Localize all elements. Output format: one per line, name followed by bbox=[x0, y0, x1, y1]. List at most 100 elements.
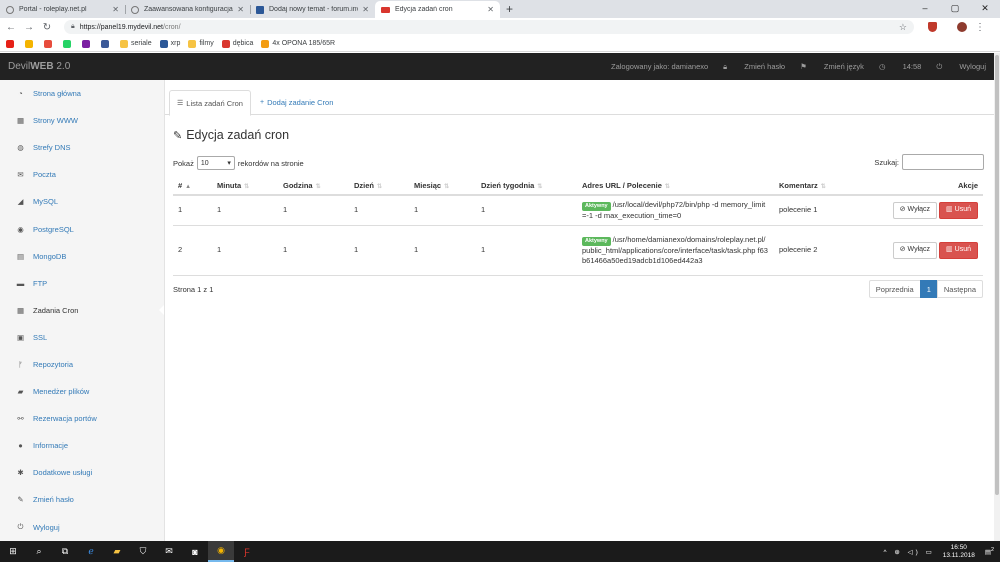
sidebar-item-strona-główna[interactable]: ◔ Strona główna bbox=[0, 80, 164, 107]
page-scrollbar[interactable] bbox=[994, 53, 1000, 541]
sidebar-item-ftp[interactable]: ▬ FTP bbox=[0, 270, 164, 297]
sidebar-item-ssl[interactable]: ▣ SSL bbox=[0, 324, 164, 351]
change-password-link[interactable]: 🔒︎ Zmień hasło bbox=[723, 62, 785, 72]
pagination-prev[interactable]: Poprzednia bbox=[868, 280, 921, 298]
sidebar-item-poczta[interactable]: ✉ Poczta bbox=[0, 161, 164, 188]
bookmark-icon bbox=[82, 39, 90, 48]
sidebar-item-repozytoria[interactable]: ᚠ Repozytoria bbox=[0, 351, 164, 378]
back-button[interactable]: ← bbox=[2, 22, 20, 33]
sidebar-item-informacje[interactable]: ● Informacje bbox=[0, 432, 164, 459]
bookmark-icon bbox=[63, 39, 71, 48]
bookmarks-bar: seriale xrp filmy dębica 4x OPONA 185/65R bbox=[0, 36, 1000, 52]
sidebar-item-dodatkowe-usługi[interactable]: ✱ Dodatkowe usługi bbox=[0, 459, 164, 486]
disable-button[interactable]: ⊘ Wyłącz bbox=[892, 201, 938, 219]
trash-icon: ▥ bbox=[946, 246, 953, 253]
sidebar-item-mongodb[interactable]: ▤ MongoDB bbox=[0, 243, 164, 270]
disable-button[interactable]: ⊘ Wyłącz bbox=[892, 241, 938, 259]
delete-button[interactable]: ▥ Usuń bbox=[939, 201, 978, 219]
close-icon[interactable]: ✕ bbox=[362, 5, 369, 14]
menu-icon[interactable]: ⋮ bbox=[975, 22, 985, 33]
sidebar-item-wyloguj[interactable]: ⏻ Wyloguj bbox=[0, 514, 164, 541]
bookmark-2[interactable] bbox=[44, 39, 55, 48]
bookmark-3[interactable] bbox=[63, 39, 74, 48]
reload-button[interactable]: ↻ bbox=[38, 22, 56, 33]
browser-tab-1[interactable]: Portal - roleplay.net.pl ✕ bbox=[0, 1, 125, 18]
edge-icon[interactable]: ℯ bbox=[78, 541, 104, 562]
page-length-select[interactable]: 10 ▾ bbox=[196, 156, 235, 170]
brand-logo[interactable]: DevilWEB 2.0 bbox=[8, 61, 70, 72]
url-input[interactable]: 🔒︎ https://panel19.mydevil.net/cron/ ☆ bbox=[64, 20, 914, 34]
sort-icon: ⇅ bbox=[537, 184, 543, 190]
shield-icon[interactable] bbox=[928, 22, 937, 32]
column-header[interactable]: Komentarz ⇅ bbox=[774, 177, 882, 196]
chrome-icon[interactable]: ◉ bbox=[208, 541, 234, 562]
search-icon[interactable]: ⌕ bbox=[26, 541, 52, 562]
column-header[interactable]: Dzień ⇅ bbox=[349, 177, 409, 196]
sidebar-item-mysql[interactable]: ◢ MySQL bbox=[0, 188, 164, 215]
explorer-icon[interactable]: ▰ bbox=[104, 541, 130, 562]
bookmark-0[interactable] bbox=[6, 39, 17, 48]
table-header-row: # ▲ Minuta ⇅ Godzina ⇅ Dzień ⇅ Miesiąc ⇅ Dzień tyg… bbox=[173, 177, 983, 196]
url-path: /cron/ bbox=[163, 23, 181, 31]
globe-icon: ◍ bbox=[17, 143, 24, 153]
delete-button[interactable]: ▥ Usuń bbox=[939, 241, 978, 259]
cell-actions: ⊘ Wyłącz ▥ Usuń bbox=[882, 195, 983, 226]
close-window-button[interactable]: ✕ bbox=[970, 0, 1000, 18]
browser-tab-3[interactable]: Dodaj nowy temat - forum.invisi ✕ bbox=[250, 1, 375, 18]
search-input[interactable] bbox=[902, 154, 984, 170]
change-language-link[interactable]: ⚑ Zmień język bbox=[800, 62, 864, 71]
sidebar-item-strefy-dns[interactable]: ◍ Strefy DNS bbox=[0, 134, 164, 161]
sidebar-item-postgresql[interactable]: ◉ PostgreSQL bbox=[0, 215, 164, 242]
browser-tab-2[interactable]: Zaawansowana konfiguracja ✕ bbox=[125, 1, 250, 18]
notification-icon[interactable]: ▤2 bbox=[985, 547, 994, 556]
sidebar-item-rezerwacja-portów[interactable]: ⚯ Rezerwacja portów bbox=[0, 405, 164, 432]
bookmark-10[interactable]: 4x OPONA 185/65R bbox=[261, 39, 335, 48]
windows-start-icon[interactable]: ⊞ bbox=[0, 541, 26, 562]
sidebar-item-zmień-hasło[interactable]: ✎ Zmień hasło bbox=[0, 486, 164, 513]
tab-add-cron[interactable]: + Dodaj zadanie Cron bbox=[253, 90, 340, 115]
minimize-button[interactable]: – bbox=[910, 0, 940, 18]
star-icon[interactable]: ☆ bbox=[899, 22, 907, 33]
mail-icon[interactable]: ✉ bbox=[156, 541, 182, 562]
bookmark-9[interactable]: dębica bbox=[221, 39, 253, 48]
sidebar-item-menedżer-plików[interactable]: ▰ Menedżer plików bbox=[0, 378, 164, 405]
list-icon: ☰ bbox=[177, 100, 184, 107]
close-icon[interactable]: ✕ bbox=[237, 5, 244, 14]
task-view-icon[interactable]: ⧉ bbox=[52, 541, 78, 562]
pagination-next[interactable]: Następna bbox=[936, 280, 983, 298]
logout-link[interactable]: ⏻ Wyloguj bbox=[936, 62, 986, 72]
close-icon[interactable]: ✕ bbox=[112, 5, 119, 14]
new-tab-button[interactable]: + bbox=[500, 1, 519, 18]
bookmark-6[interactable]: seriale bbox=[120, 39, 152, 48]
clock[interactable]: 16:50 13.11.2018 bbox=[943, 544, 975, 560]
store-icon[interactable]: ⛉ bbox=[130, 541, 156, 562]
column-header[interactable]: Miesiąc ⇅ bbox=[409, 177, 476, 196]
column-header[interactable]: # ▲ bbox=[173, 177, 212, 196]
bookmark-7[interactable]: xrp bbox=[159, 39, 180, 48]
bookmark-4[interactable] bbox=[82, 39, 93, 48]
browser-tab-4[interactable]: Edycja zadań cron ✕ bbox=[375, 1, 500, 18]
profile-avatar[interactable] bbox=[957, 22, 967, 32]
search-control: Szukaj: bbox=[874, 154, 984, 170]
cell-minute: 1 bbox=[212, 225, 278, 276]
column-header[interactable]: Adres URL / Polecenie ⇅ bbox=[577, 177, 774, 196]
tab-cron-list[interactable]: ☰ Lista zadań Cron bbox=[169, 90, 251, 116]
bookmark-1[interactable] bbox=[25, 39, 36, 48]
browser-tab-title: Dodaj nowy temat - forum.invisi bbox=[269, 6, 359, 13]
forward-button[interactable]: → bbox=[20, 22, 38, 33]
camera-icon[interactable]: ◙ bbox=[182, 541, 208, 562]
close-icon[interactable]: ✕ bbox=[487, 5, 494, 14]
column-header[interactable]: Minuta ⇅ bbox=[212, 177, 278, 196]
filezilla-icon[interactable]: Ƒ bbox=[234, 541, 260, 562]
system-tray[interactable]: ^ ⊕ ◁) ▭ bbox=[884, 548, 935, 556]
sidebar-item-strony-www[interactable]: ▦ Strony WWW bbox=[0, 107, 164, 134]
app-header: DevilWEB 2.0 Zalogowany jako: damianexo … bbox=[0, 53, 994, 80]
column-header[interactable]: Godzina ⇅ bbox=[278, 177, 349, 196]
bookmark-8[interactable]: filmy bbox=[188, 39, 214, 48]
sidebar-item-zadania-cron[interactable]: ▦ Zadania Cron bbox=[0, 297, 164, 324]
bookmark-5[interactable] bbox=[101, 39, 112, 48]
column-header[interactable]: Dzień tygodnia ⇅ bbox=[476, 177, 577, 196]
maximize-button[interactable]: ▢ bbox=[940, 0, 970, 18]
cell-id: 2 bbox=[173, 225, 212, 276]
pagination-page-1[interactable]: 1 bbox=[919, 280, 938, 298]
